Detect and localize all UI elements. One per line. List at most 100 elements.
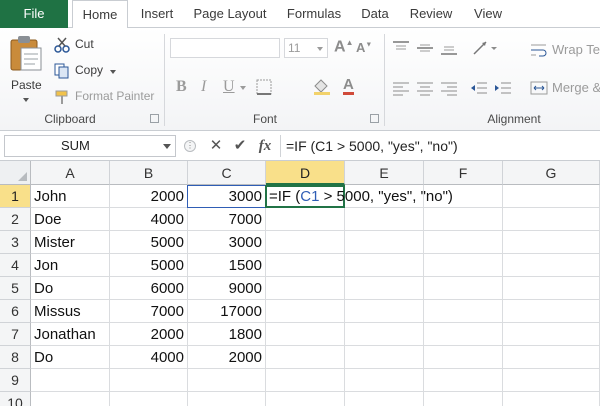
row-header[interactable]: 6 <box>0 300 31 323</box>
column-header-e[interactable]: E <box>345 161 424 185</box>
copy-button[interactable]: Copy <box>54 62 124 80</box>
chevron-down-icon[interactable] <box>163 144 171 149</box>
cell[interactable]: 7000 <box>110 300 188 323</box>
cell[interactable] <box>345 277 424 300</box>
cell[interactable]: Jon <box>31 254 110 277</box>
column-header-f[interactable]: F <box>424 161 503 185</box>
cell[interactable]: 5000 <box>110 254 188 277</box>
tab-data[interactable]: Data <box>354 0 396 28</box>
cancel-icon[interactable]: ✕ <box>206 136 226 156</box>
row-header[interactable]: 7 <box>0 323 31 346</box>
chevron-down-icon[interactable] <box>240 86 246 90</box>
shrink-font-icon[interactable]: A▼ <box>356 40 372 55</box>
tab-file[interactable]: File <box>0 0 68 28</box>
cell[interactable] <box>503 231 600 254</box>
column-header-g[interactable]: G <box>503 161 600 185</box>
merge-center-icon[interactable] <box>530 80 548 96</box>
align-right-icon[interactable] <box>440 80 458 96</box>
enter-icon[interactable]: ✔ <box>230 136 250 156</box>
tab-review[interactable]: Review <box>404 0 458 28</box>
name-box[interactable]: SUM <box>4 135 176 157</box>
cell[interactable]: 3000 <box>188 231 266 254</box>
cell[interactable] <box>424 231 503 254</box>
row-header[interactable]: 3 <box>0 231 31 254</box>
cell[interactable]: Jonathan <box>31 323 110 346</box>
formula-input[interactable]: =IF (C1 > 5000, "yes", "no") <box>286 135 598 157</box>
cell[interactable] <box>345 369 424 392</box>
row-header[interactable]: 1 <box>0 185 31 208</box>
cell[interactable] <box>188 392 266 406</box>
format-painter-button[interactable]: Format Painter <box>54 88 164 106</box>
bold-button[interactable]: B <box>176 78 187 96</box>
tab-view[interactable]: View <box>466 0 510 28</box>
active-cell-edit-text[interactable]: =IF (C1 > 5000, "yes", "no") <box>269 185 453 208</box>
cell[interactable] <box>503 208 600 231</box>
font-name-box[interactable] <box>170 38 280 58</box>
cell[interactable] <box>503 185 600 208</box>
cell[interactable] <box>266 231 345 254</box>
cell[interactable] <box>345 231 424 254</box>
cell[interactable] <box>424 346 503 369</box>
cell[interactable] <box>503 346 600 369</box>
cut-button[interactable]: Cut <box>54 36 114 54</box>
cell[interactable] <box>188 369 266 392</box>
row-header[interactable]: 8 <box>0 346 31 369</box>
align-bottom-icon[interactable] <box>440 40 458 56</box>
row-header[interactable]: 5 <box>0 277 31 300</box>
cell[interactable] <box>110 392 188 406</box>
cell[interactable] <box>266 392 345 406</box>
cell[interactable]: 1800 <box>188 323 266 346</box>
cell[interactable] <box>345 346 424 369</box>
merge-label[interactable]: Merge & <box>552 80 600 95</box>
cell[interactable] <box>345 323 424 346</box>
row-header[interactable]: 2 <box>0 208 31 231</box>
font-launcher-icon[interactable] <box>370 114 379 123</box>
cell[interactable]: 1500 <box>188 254 266 277</box>
row-header[interactable]: 9 <box>0 369 31 392</box>
cell[interactable] <box>503 369 600 392</box>
wrap-text-label[interactable]: Wrap Te <box>552 42 600 57</box>
row-header[interactable]: 10 <box>0 392 31 406</box>
cell[interactable] <box>424 323 503 346</box>
clipboard-launcher-icon[interactable] <box>150 114 159 123</box>
cell[interactable] <box>266 208 345 231</box>
cell[interactable] <box>266 254 345 277</box>
cell[interactable] <box>110 369 188 392</box>
cell[interactable] <box>424 392 503 406</box>
cell[interactable]: Mister <box>31 231 110 254</box>
insert-function-icon[interactable]: fx <box>254 136 276 156</box>
column-header-a[interactable]: A <box>31 161 110 185</box>
align-top-icon[interactable] <box>392 40 410 56</box>
cell[interactable] <box>266 300 345 323</box>
increase-indent-icon[interactable] <box>494 80 512 96</box>
cell[interactable] <box>31 392 110 406</box>
cell[interactable]: 9000 <box>188 277 266 300</box>
cell[interactable] <box>503 277 600 300</box>
worksheet-grid[interactable]: A B C D E F G 1 2 3 4 5 6 7 8 9 10 John 2… <box>0 161 600 406</box>
fill-color-icon[interactable] <box>312 77 332 95</box>
tab-page-layout[interactable]: Page Layout <box>186 0 274 28</box>
cell[interactable] <box>503 300 600 323</box>
cell[interactable] <box>345 208 424 231</box>
orientation-icon[interactable] <box>472 40 498 56</box>
formula-bar-handle-icon[interactable]: ⋮ <box>184 140 196 152</box>
cell[interactable]: 5000 <box>110 231 188 254</box>
cell[interactable]: 2000 <box>110 185 188 208</box>
cell[interactable] <box>345 254 424 277</box>
grow-font-icon[interactable]: A▲ <box>334 38 353 56</box>
cell[interactable] <box>424 369 503 392</box>
cell[interactable]: John <box>31 185 110 208</box>
cell[interactable] <box>345 300 424 323</box>
cell[interactable] <box>31 369 110 392</box>
align-center-icon[interactable] <box>416 80 434 96</box>
column-header-c[interactable]: C <box>188 161 266 185</box>
font-size-box[interactable]: 11 <box>284 38 328 58</box>
italic-button[interactable]: I <box>201 78 206 96</box>
cell[interactable] <box>424 254 503 277</box>
underline-button[interactable]: U <box>223 78 235 96</box>
cell[interactable] <box>266 369 345 392</box>
cell[interactable] <box>266 346 345 369</box>
cell[interactable] <box>503 392 600 406</box>
cell[interactable]: 4000 <box>110 208 188 231</box>
cell[interactable] <box>345 392 424 406</box>
